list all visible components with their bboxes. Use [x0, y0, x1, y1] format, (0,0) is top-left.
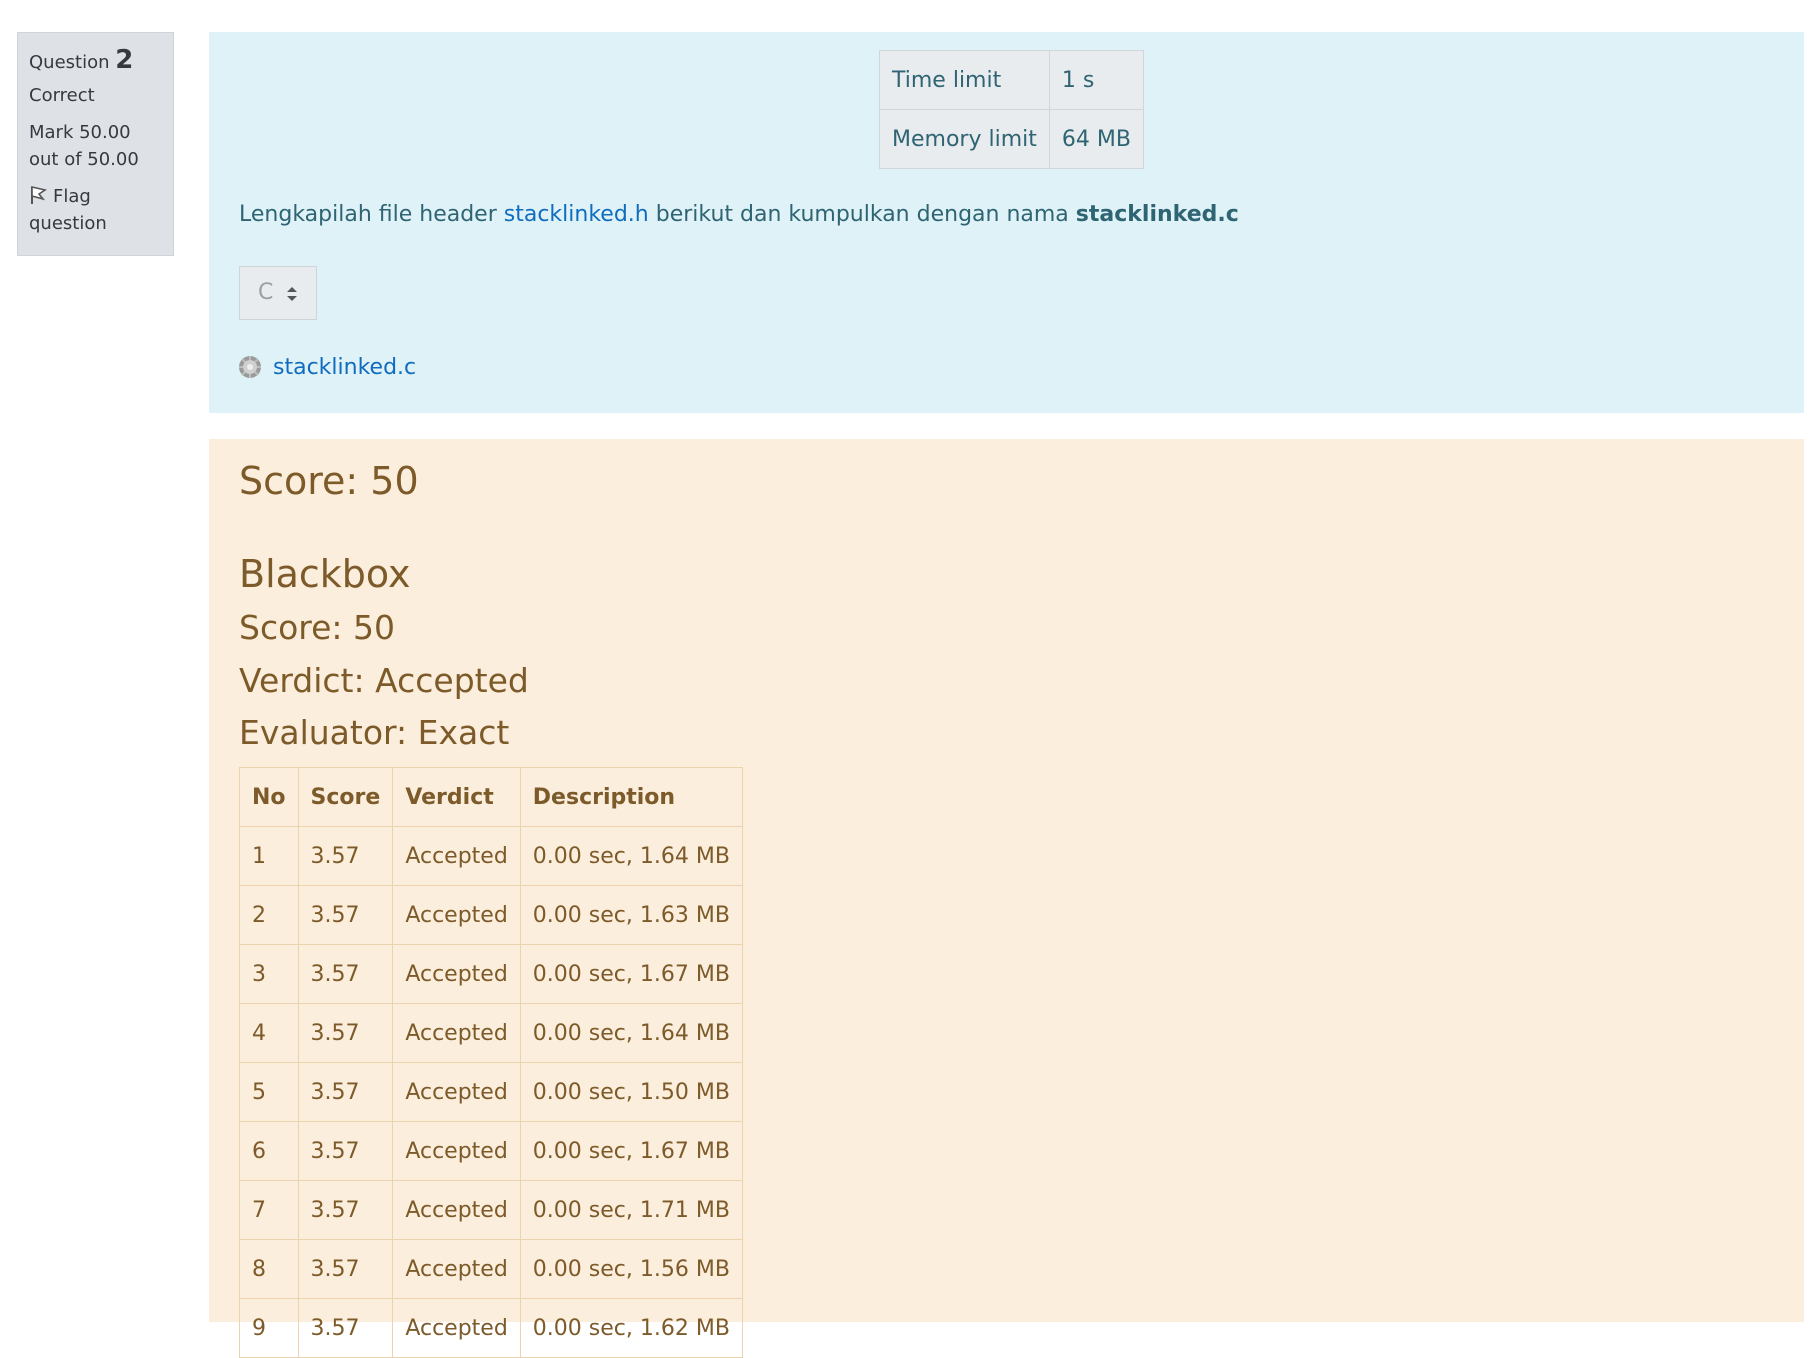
- feedback-panel: Score: 50 Blackbox Score: 50 Verdict: Ac…: [209, 439, 1804, 1358]
- header-file-link[interactable]: stacklinked.h: [504, 202, 649, 227]
- row-no: 7: [239, 1180, 299, 1240]
- row-score: 3.57: [297, 944, 394, 1004]
- blackbox-evaluator: Evaluator: Exact: [239, 713, 510, 752]
- table-row: 9 3.57 Accepted 0.00 sec, 1.62 MB: [239, 1298, 743, 1358]
- row-no: 1: [239, 826, 299, 886]
- row-score: 3.57: [297, 826, 394, 886]
- row-score: 3.57: [297, 1062, 394, 1122]
- language-selected-value: C: [258, 280, 274, 305]
- submitted-file-link[interactable]: stacklinked.c: [273, 355, 416, 380]
- row-score: 3.57: [297, 1180, 394, 1240]
- row-verdict: Accepted: [392, 826, 521, 886]
- time-limit-value: 1 s: [1048, 50, 1144, 110]
- language-select[interactable]: C: [239, 266, 317, 320]
- row-score: 3.57: [297, 1121, 394, 1181]
- question-grade: Mark 50.00 out of 50.00: [29, 122, 139, 170]
- row-verdict: Accepted: [392, 885, 521, 945]
- prompt-text-before: Lengkapilah file header: [239, 202, 504, 227]
- results-table: No Score Verdict Description 1 3.57 Acce…: [239, 767, 743, 1358]
- table-row: 7 3.57 Accepted 0.00 sec, 1.71 MB: [239, 1180, 743, 1240]
- question-formulation: Time limit 1 s Memory limit 64 MB Lengka…: [209, 32, 1804, 413]
- header-verdict: Verdict: [392, 767, 521, 827]
- blackbox-verdict: Verdict: Accepted: [239, 661, 529, 700]
- row-description: 0.00 sec, 1.62 MB: [519, 1298, 743, 1358]
- header-no: No: [239, 767, 299, 827]
- results-header-row: No Score Verdict Description: [239, 767, 743, 827]
- header-description: Description: [519, 767, 743, 827]
- total-score: Score: 50: [239, 459, 419, 503]
- row-no: 2: [239, 885, 299, 945]
- memory-limit-value: 64 MB: [1048, 109, 1144, 169]
- row-description: 0.00 sec, 1.56 MB: [519, 1239, 743, 1299]
- header-score: Score: [297, 767, 394, 827]
- question-label: Question: [29, 52, 110, 73]
- row-no: 5: [239, 1062, 299, 1122]
- row-description: 0.00 sec, 1.64 MB: [519, 1003, 743, 1063]
- row-description: 0.00 sec, 1.50 MB: [519, 1062, 743, 1122]
- table-row: 4 3.57 Accepted 0.00 sec, 1.64 MB: [239, 1003, 743, 1063]
- blackbox-score: Score: 50: [239, 608, 396, 647]
- time-limit-label: Time limit: [879, 50, 1050, 110]
- submission-file-name: stacklinked.c: [1075, 202, 1239, 227]
- row-verdict: Accepted: [392, 1062, 521, 1122]
- table-row: 6 3.57 Accepted 0.00 sec, 1.67 MB: [239, 1121, 743, 1181]
- row-description: 0.00 sec, 1.67 MB: [519, 1121, 743, 1181]
- question-number-row: Question 2: [29, 47, 162, 76]
- row-description: 0.00 sec, 1.63 MB: [519, 885, 743, 945]
- question-info: Question 2 Correct Mark 50.00 out of 50.…: [17, 32, 174, 256]
- row-verdict: Accepted: [392, 1298, 521, 1358]
- table-row: 2 3.57 Accepted 0.00 sec, 1.63 MB: [239, 885, 743, 945]
- question-prompt: Lengkapilah file header stacklinked.h be…: [239, 202, 1239, 227]
- row-verdict: Accepted: [392, 1239, 521, 1299]
- blackbox-title: Blackbox: [239, 552, 411, 596]
- row-score: 3.57: [297, 1298, 394, 1358]
- row-description: 0.00 sec, 1.64 MB: [519, 826, 743, 886]
- row-verdict: Accepted: [392, 1121, 521, 1181]
- table-row: 8 3.57 Accepted 0.00 sec, 1.56 MB: [239, 1239, 743, 1299]
- row-verdict: Accepted: [392, 944, 521, 1004]
- prompt-text-middle: berikut dan kumpulkan dengan nama: [648, 202, 1076, 227]
- question-number: 2: [115, 45, 134, 75]
- submitted-file: stacklinked.c: [237, 354, 416, 384]
- row-description: 0.00 sec, 1.67 MB: [519, 944, 743, 1004]
- table-row: 5 3.57 Accepted 0.00 sec, 1.50 MB: [239, 1062, 743, 1122]
- limits-table: Time limit 1 s Memory limit 64 MB: [879, 50, 1144, 169]
- row-score: 3.57: [297, 1003, 394, 1063]
- row-score: 3.57: [297, 1239, 394, 1299]
- row-no: 3: [239, 944, 299, 1004]
- row-description: 0.00 sec, 1.71 MB: [519, 1180, 743, 1240]
- row-no: 8: [239, 1239, 299, 1299]
- limits-row: Time limit 1 s: [879, 50, 1144, 110]
- limits-row: Memory limit 64 MB: [879, 109, 1144, 169]
- row-no: 6: [239, 1121, 299, 1181]
- row-no: 9: [239, 1298, 299, 1358]
- row-verdict: Accepted: [392, 1180, 521, 1240]
- row-verdict: Accepted: [392, 1003, 521, 1063]
- row-score: 3.57: [297, 885, 394, 945]
- flag-question-toggle[interactable]: Flag question: [29, 183, 162, 237]
- row-no: 4: [239, 1003, 299, 1063]
- table-row: 1 3.57 Accepted 0.00 sec, 1.64 MB: [239, 826, 743, 886]
- flag-icon: [31, 185, 47, 204]
- gear-icon: [239, 356, 261, 378]
- question-state: Correct: [29, 85, 95, 106]
- table-row: 3 3.57 Accepted 0.00 sec, 1.67 MB: [239, 944, 743, 1004]
- select-arrows-icon: [287, 287, 297, 301]
- memory-limit-label: Memory limit: [879, 109, 1050, 169]
